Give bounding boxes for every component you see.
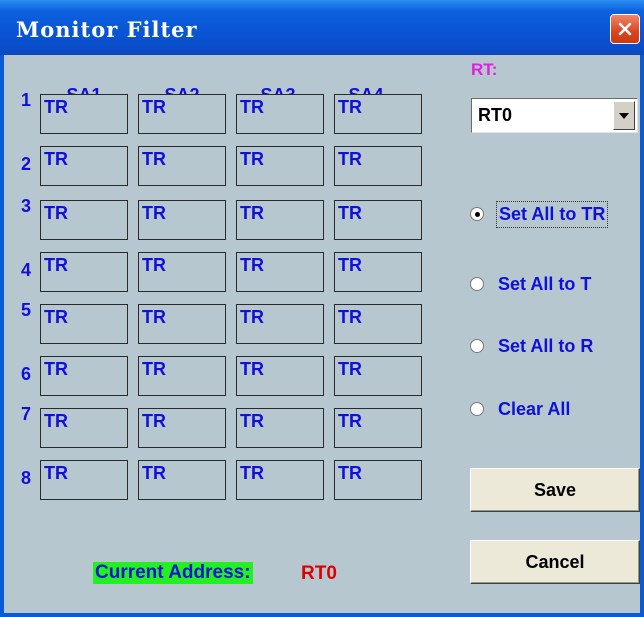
- filter-cell[interactable]: TR: [236, 94, 324, 134]
- filter-cell[interactable]: TR: [334, 94, 422, 134]
- rt-select-value: RT0: [478, 105, 513, 125]
- rt-dropdown-button[interactable]: [613, 101, 635, 130]
- filter-cell[interactable]: TR: [334, 146, 422, 186]
- radio-selected-dot: [474, 211, 480, 217]
- radio-label[interactable]: Clear All: [496, 397, 572, 422]
- close-icon: [618, 22, 632, 36]
- row-number-1: 1: [20, 90, 31, 110]
- rt-select[interactable]: RT0: [471, 98, 638, 133]
- cancel-button[interactable]: Cancel: [470, 540, 640, 584]
- filter-cell[interactable]: TR: [40, 146, 128, 186]
- filter-cell[interactable]: TR: [334, 200, 422, 240]
- filter-cell[interactable]: TR: [236, 460, 324, 500]
- filter-cell[interactable]: TR: [236, 356, 324, 396]
- radio-button[interactable]: [470, 339, 484, 353]
- filter-cell[interactable]: TR: [138, 460, 226, 500]
- radio-button[interactable]: [470, 277, 484, 291]
- filter-cell[interactable]: TR: [138, 252, 226, 292]
- filter-cell[interactable]: TR: [40, 356, 128, 396]
- current-address-value: RT0: [301, 563, 337, 584]
- filter-cell[interactable]: TR: [40, 408, 128, 448]
- filter-cell[interactable]: TR: [138, 146, 226, 186]
- save-button[interactable]: Save: [470, 468, 640, 512]
- radio-option-clear-all[interactable]: Clear All: [470, 394, 572, 424]
- row-number-3: 3: [20, 196, 31, 216]
- close-button[interactable]: [610, 14, 640, 44]
- filter-cell[interactable]: TR: [236, 146, 324, 186]
- monitor-filter-window: Monitor Filter SA1SA2SA3SA41TRTRTRTR2TRT…: [0, 0, 644, 617]
- filter-cell[interactable]: TR: [138, 356, 226, 396]
- filter-cell[interactable]: TR: [40, 94, 128, 134]
- rt-label: RT:: [471, 60, 498, 79]
- row-number-5: 5: [20, 300, 31, 320]
- radio-label[interactable]: Set All to T: [496, 272, 593, 297]
- radio-label[interactable]: Set All to R: [496, 334, 595, 359]
- filter-cell[interactable]: TR: [334, 356, 422, 396]
- filter-cell[interactable]: TR: [138, 200, 226, 240]
- filter-cell[interactable]: TR: [334, 252, 422, 292]
- radio-option-set-all-r[interactable]: Set All to R: [470, 331, 595, 361]
- filter-cell[interactable]: TR: [236, 408, 324, 448]
- filter-cell[interactable]: TR: [334, 304, 422, 344]
- filter-cell[interactable]: TR: [40, 460, 128, 500]
- radio-option-set-all-tr[interactable]: Set All to TR: [470, 199, 609, 229]
- filter-cell[interactable]: TR: [236, 304, 324, 344]
- filter-cell[interactable]: TR: [40, 304, 128, 344]
- filter-cell[interactable]: TR: [138, 408, 226, 448]
- chevron-down-icon: [619, 112, 629, 119]
- radio-button[interactable]: [470, 402, 484, 416]
- filter-cell[interactable]: TR: [138, 94, 226, 134]
- row-number-4: 4: [20, 260, 31, 280]
- radio-label[interactable]: Set All to TR: [496, 200, 609, 228]
- row-number-8: 8: [20, 468, 31, 488]
- filter-cell[interactable]: TR: [138, 304, 226, 344]
- filter-cell[interactable]: TR: [40, 252, 128, 292]
- row-number-6: 6: [20, 364, 31, 384]
- filter-cell[interactable]: TR: [236, 252, 324, 292]
- row-number-7: 7: [20, 404, 31, 424]
- current-address-label: Current Address:: [93, 562, 253, 584]
- radio-button[interactable]: [470, 207, 484, 221]
- filter-cell[interactable]: TR: [40, 200, 128, 240]
- filter-cell[interactable]: TR: [236, 200, 324, 240]
- radio-option-set-all-t[interactable]: Set All to T: [470, 269, 593, 299]
- row-number-2: 2: [20, 154, 31, 174]
- window-title: Monitor Filter: [16, 17, 198, 42]
- filter-cell[interactable]: TR: [334, 408, 422, 448]
- title-bar[interactable]: Monitor Filter: [0, 0, 644, 55]
- filter-cell[interactable]: TR: [334, 460, 422, 500]
